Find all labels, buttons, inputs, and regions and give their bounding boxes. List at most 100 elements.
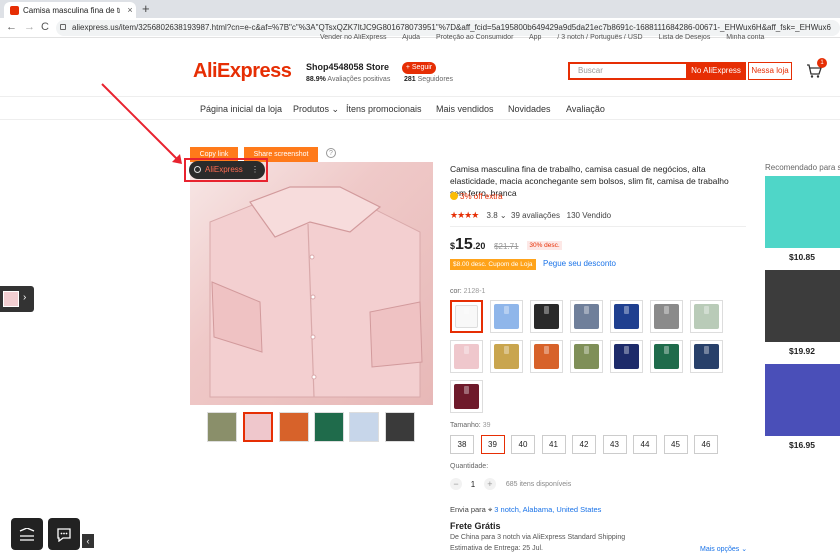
color-swatch[interactable] [490,300,523,333]
thumbnail-selected[interactable] [243,412,273,442]
help-icon[interactable]: ? [326,148,336,158]
top-links-bar: Vender no AliExpress Ajuda Proteção ao C… [320,34,840,44]
recommended-product-image[interactable] [765,270,840,342]
size-option[interactable]: 40 [511,435,535,454]
size-option[interactable]: 45 [663,435,688,454]
top-link[interactable]: App [529,34,541,41]
recent-product-thumbnail [3,291,19,307]
color-swatch[interactable] [690,300,723,333]
color-swatch[interactable] [490,340,523,373]
forward-arrow-icon[interactable]: → [24,21,35,33]
original-price: $21.71 [494,242,519,251]
color-swatch[interactable] [530,340,563,373]
color-swatch[interactable] [650,340,683,373]
thumbnail[interactable] [314,412,344,442]
discount-badge: 30% desc. [527,241,562,250]
annotation-highlight-box [184,158,268,182]
size-option[interactable]: 46 [694,435,718,454]
size-option[interactable]: 41 [541,435,566,454]
shirt-swatch-image [614,344,639,369]
color-swatches [450,300,740,416]
thumbnail[interactable] [207,412,237,442]
size-option[interactable]: 42 [572,435,596,454]
nav-best-sellers[interactable]: Mais vendidos [436,104,494,114]
color-swatch[interactable] [450,300,483,333]
color-swatch[interactable] [610,300,643,333]
size-option[interactable]: 43 [602,435,627,454]
ship-to-location-link[interactable]: 3 notch, Alabama, United States [494,505,601,514]
get-coupon-link[interactable]: Pegue seu desconto [543,259,616,268]
chat-icon[interactable] [48,518,80,550]
color-swatch[interactable] [570,340,603,373]
shirt-swatch-image [654,304,679,329]
recommended-title: Recomendado para si [765,163,840,172]
search-store-button[interactable]: Nessa loja [748,62,792,80]
quantity-label: Quantidade: [450,463,489,470]
rating-chevron-icon[interactable]: ⌄ [500,211,507,220]
size-option[interactable]: 44 [633,435,657,454]
reviews-count[interactable]: 39 avaliações [511,211,560,220]
top-link[interactable]: / 3 notch / Português / USD [557,34,642,41]
color-swatch[interactable] [650,300,683,333]
top-link[interactable]: Ajuda [402,34,420,41]
store-navigation: Página inicial da loja Produtos ⌄ Ítens … [0,96,840,120]
shirt-swatch-image [454,344,479,369]
shirt-swatch-image [694,344,719,369]
shirt-swatch-image [614,304,639,329]
chevron-down-icon: ⌄ [331,104,340,114]
aliexpress-logo[interactable]: AliExpress [193,60,292,83]
main-product-image[interactable] [190,162,433,405]
recent-view-widget[interactable]: › [0,286,34,312]
nav-reviews[interactable]: Avaliação [566,104,605,114]
search-input[interactable]: Buscar [568,62,686,80]
reload-icon[interactable]: C [41,21,49,33]
color-swatch[interactable] [690,340,723,373]
top-link[interactable]: Lista de Desejos [659,34,711,41]
color-swatch[interactable] [570,300,603,333]
quantity-value[interactable]: 1 [464,480,482,489]
new-tab-button[interactable]: + [142,2,150,16]
back-arrow-icon[interactable]: ← [6,21,17,33]
menu-icon[interactable] [11,518,43,550]
top-link[interactable]: Proteção ao Consumidor [436,34,513,41]
thumbnail[interactable] [385,412,415,442]
color-swatch[interactable] [610,340,643,373]
location-pin-icon: ⌖ [487,505,493,514]
close-tab-icon[interactable]: × [124,5,136,15]
thumbnail[interactable] [349,412,379,442]
color-label: cor: 2128-1 [450,288,486,295]
search-aliexpress-button[interactable]: No AliExpress [686,62,746,80]
sold-count: 130 Vendido [566,211,612,220]
shirt-swatch-image [574,344,599,369]
pink-shirt-image [209,186,423,398]
increase-quantity-button[interactable]: + [483,478,496,490]
shipping-description: De China para 3 notch via AliExpress Sta… [450,534,626,541]
nav-promotions[interactable]: Ítens promocionais [346,104,422,114]
size-option[interactable]: 38 [450,435,474,454]
color-swatch[interactable] [450,340,483,373]
recommended-price: $10.85 [789,252,815,262]
more-shipping-options-link[interactable]: Mais opções ⌄ [700,545,747,553]
nav-store-home[interactable]: Página inicial da loja [200,104,282,114]
store-name[interactable]: Shop4548058 Store [306,62,389,72]
nav-new-arrivals[interactable]: Novidades [508,104,551,114]
collapse-arrow-icon[interactable]: ‹ [82,534,94,548]
top-link[interactable]: Vender no AliExpress [320,34,387,41]
thumbnail[interactable] [279,412,309,442]
recommended-price: $16.95 [789,440,815,450]
recommended-product-image[interactable] [765,176,840,248]
lock-icon [60,24,66,30]
size-option[interactable]: 39 [480,435,505,454]
color-swatch[interactable] [530,300,563,333]
shirt-swatch-image [534,304,559,329]
top-link[interactable]: Minha conta [726,34,764,41]
browser-tab[interactable]: Camisa masculina fina de trab × [4,2,136,18]
chevron-right-icon: › [23,292,27,303]
price: $15.20 $21.71 30% desc. [450,236,562,253]
follow-button[interactable]: + Seguir [402,62,436,74]
recommended-product-image[interactable] [765,364,840,436]
decrease-quantity-button[interactable]: − [450,478,462,490]
shirt-swatch-image [494,304,519,329]
color-swatch[interactable] [450,380,483,413]
nav-products[interactable]: Produtos ⌄ [293,104,339,115]
